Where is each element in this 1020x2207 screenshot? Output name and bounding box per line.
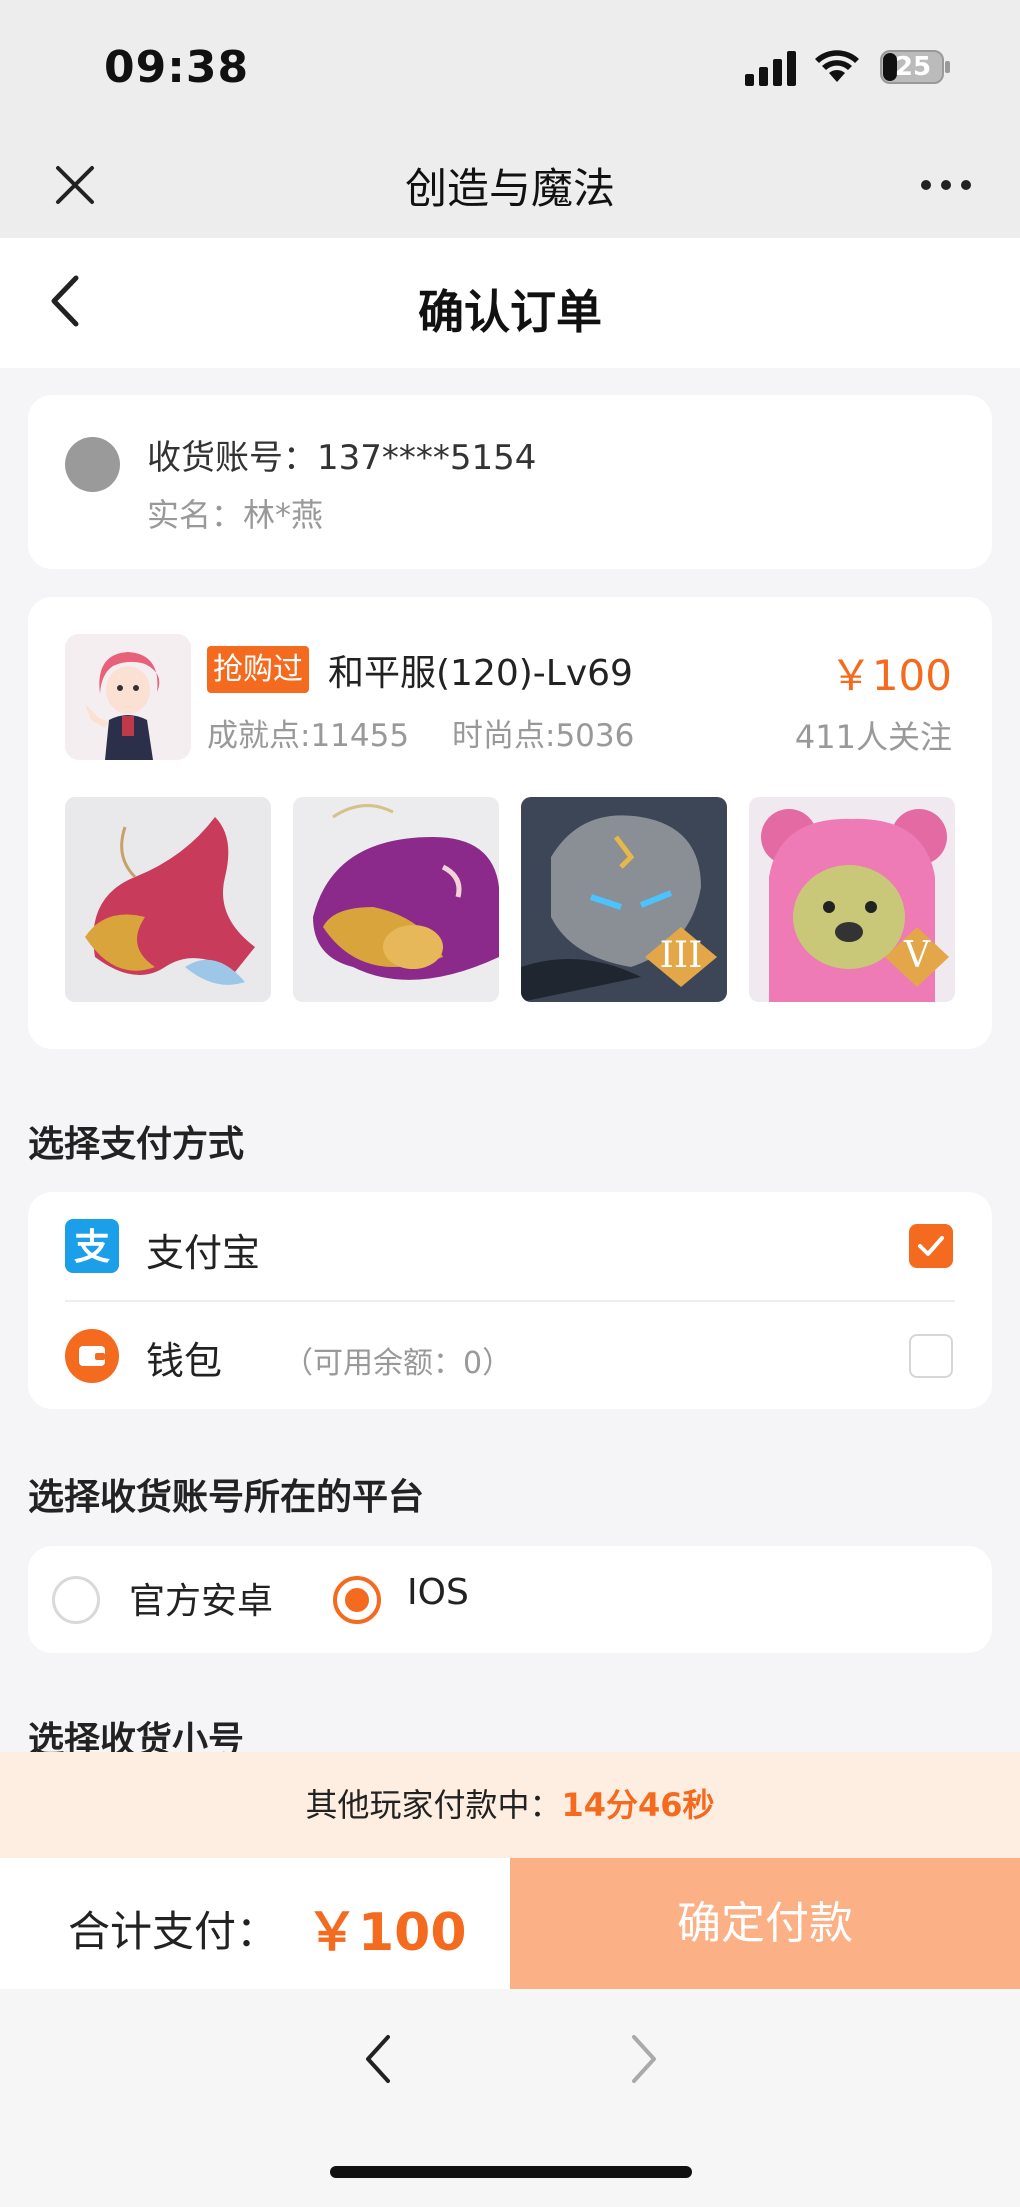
countdown-timer: 14分46秒	[561, 1786, 715, 1824]
alipay-checkbox[interactable]	[909, 1224, 953, 1268]
payment-countdown-banner: 其他玩家付款中：14分46秒	[0, 1752, 1020, 1858]
mount-thumbnail-whale[interactable]	[293, 797, 499, 1002]
account-avatar	[65, 437, 120, 492]
android-label[interactable]: 官方安卓	[129, 1572, 273, 1624]
character-avatar	[65, 634, 191, 760]
confirm-payment-button[interactable]: 确定付款	[510, 1858, 1020, 1989]
mount-thumbnail-golem[interactable]: III	[521, 797, 727, 1002]
wallet-balance: （可用余额：0）	[283, 1346, 513, 1381]
achievement-points: 成就点:11455	[207, 718, 410, 754]
tier-badge: III	[659, 935, 703, 976]
product-price: ￥100	[829, 651, 952, 700]
receiving-account-card[interactable]: 收货账号：137****5154 实名：林*燕	[28, 395, 992, 569]
page-title: 确认订单	[418, 285, 602, 339]
chevron-right-icon[interactable]	[626, 2029, 662, 2089]
payment-option-wallet[interactable]: 钱包 （可用余额：0）	[28, 1302, 992, 1410]
total-amount: ￥100	[306, 1903, 467, 1963]
payment-section-title: 选择支付方式	[28, 1124, 245, 1165]
total-label: 合计支付：	[68, 1907, 279, 1956]
real-name: 实名：林*燕	[147, 496, 324, 534]
browser-nav-bar	[0, 1989, 1020, 2207]
status-time: 09:38	[104, 42, 250, 93]
wallet-label: 钱包	[146, 1339, 223, 1383]
tier-badge: V	[904, 935, 930, 976]
payment-option-alipay[interactable]: 支 支付宝	[28, 1192, 992, 1300]
countdown-label: 其他玩家付款中：	[305, 1786, 562, 1824]
snapped-up-badge: 抢购过	[207, 646, 309, 693]
receiving-account: 收货账号：137****5154	[147, 438, 537, 478]
alipay-label: 支付宝	[146, 1231, 261, 1275]
cellular-signal-icon	[745, 51, 796, 86]
svg-text:支: 支	[74, 1227, 110, 1268]
wifi-icon	[815, 50, 859, 82]
mini-program-title: 创造与魔法	[404, 164, 615, 213]
ios-label[interactable]: IOS	[407, 1572, 469, 1613]
android-radio[interactable]	[52, 1576, 100, 1624]
payment-methods: 支 支付宝 钱包 （可用余额：0）	[28, 1192, 992, 1409]
platform-section-title: 选择收货账号所在的平台	[28, 1477, 425, 1518]
mount-thumbnail-bear[interactable]: V	[749, 797, 955, 1002]
platform-selector: 官方安卓 IOS	[28, 1546, 992, 1653]
alipay-icon: 支	[65, 1219, 119, 1273]
wallet-checkbox[interactable]	[909, 1334, 953, 1378]
mount-thumbnail-dragon[interactable]	[65, 797, 271, 1002]
chevron-left-icon[interactable]	[360, 2029, 396, 2089]
product-card[interactable]: 抢购过 和平服(120)-Lv69 ￥100 成就点:11455 时尚点:503…	[28, 597, 992, 1049]
status-bar: 09:38 25	[0, 0, 1020, 135]
checkout-bar: 合计支付： ￥100 确定付款	[0, 1858, 1020, 1989]
product-title: 和平服(120)-Lv69	[328, 653, 633, 694]
home-indicator	[330, 2166, 692, 2178]
ios-radio[interactable]	[333, 1576, 381, 1624]
wechat-nav-bar: 创造与魔法	[0, 135, 1020, 238]
wallet-icon	[65, 1329, 119, 1383]
battery-level: 25	[894, 52, 932, 82]
fashion-points: 时尚点:5036	[452, 718, 635, 754]
follower-count: 411人关注	[794, 718, 952, 756]
more-icon[interactable]	[918, 175, 974, 195]
check-icon	[918, 1236, 944, 1256]
page-header: 确认订单	[0, 238, 1020, 368]
